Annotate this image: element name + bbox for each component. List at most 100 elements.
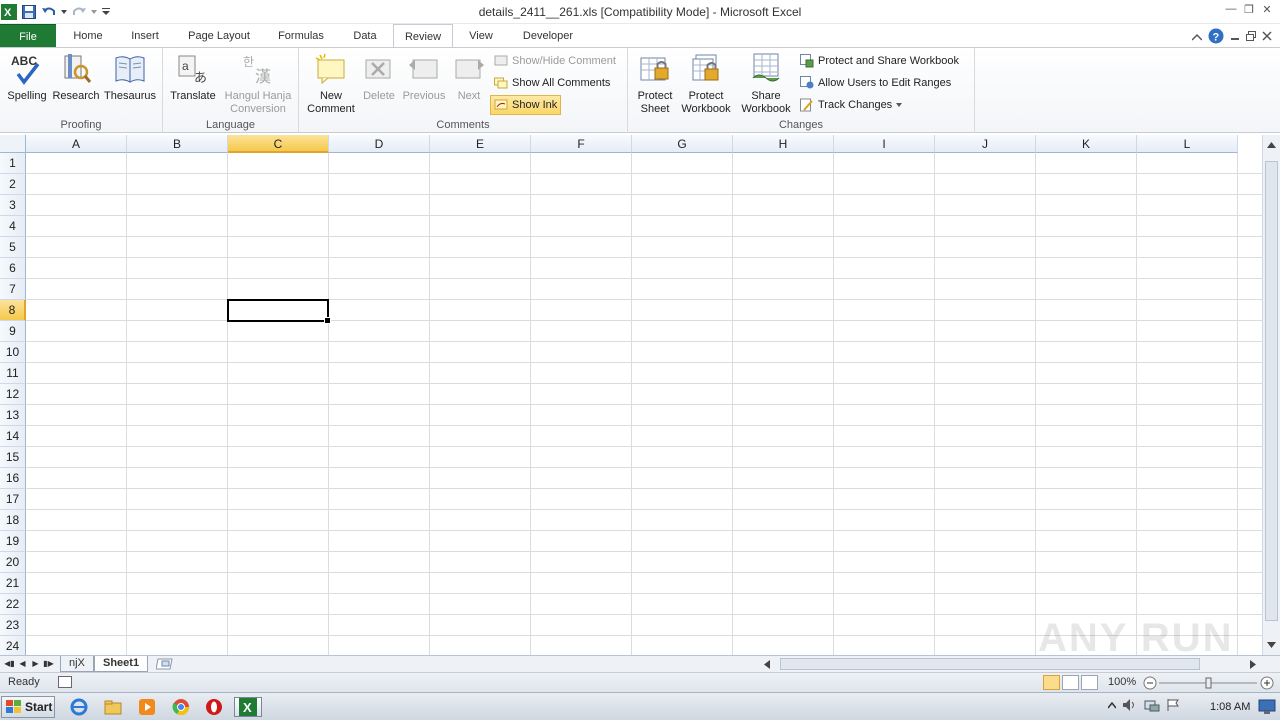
start-button[interactable]: Start [1,696,55,718]
column-header[interactable]: I [834,135,935,153]
protect-workbook-button[interactable]: Protect Workbook [677,52,735,116]
taskbar-clock[interactable]: 1:08 AM [1210,701,1250,713]
row-header[interactable]: 11 [0,363,26,384]
tab-developer[interactable]: Developer [510,24,586,48]
tab-formulas[interactable]: Formulas [266,24,336,48]
scroll-right-icon[interactable] [1250,660,1256,672]
cell-area[interactable] [26,153,1262,655]
page-break-view-icon[interactable] [1081,675,1098,690]
next-comment-button[interactable]: Next [449,52,489,103]
new-comment-button[interactable]: New Comment [303,52,359,116]
thesaurus-button[interactable]: Thesaurus [102,52,158,103]
tab-file[interactable]: File [0,24,56,48]
column-header[interactable]: H [733,135,834,153]
last-sheet-icon[interactable]: ▮▶ [42,657,55,671]
column-header-selected[interactable]: C [228,135,329,153]
row-header[interactable]: 23 [0,615,26,636]
column-header[interactable]: G [632,135,733,153]
vertical-scrollbar[interactable] [1262,135,1280,655]
next-sheet-icon[interactable]: ▶ [29,657,42,671]
row-header[interactable]: 16 [0,468,26,489]
row-header[interactable]: 15 [0,447,26,468]
scroll-down-icon[interactable] [1267,639,1276,651]
vertical-scroll-thumb[interactable] [1265,161,1278,621]
show-ink-button[interactable]: Show Ink [490,95,562,115]
spelling-button[interactable]: ABC Spelling [4,52,50,103]
column-header[interactable]: K [1036,135,1137,153]
tray-expand-icon[interactable] [1107,701,1117,713]
worksheet-grid[interactable]: A B C D E F G H I J K L 1 2 3 4 5 6 7 8 … [0,135,1262,655]
show-all-comments-button[interactable]: Show All Comments [491,73,613,93]
row-header[interactable]: 6 [0,258,26,279]
column-header[interactable]: E [430,135,531,153]
column-header[interactable]: F [531,135,632,153]
normal-view-icon[interactable] [1043,675,1060,690]
ie-icon[interactable] [68,697,90,717]
row-header[interactable]: 13 [0,405,26,426]
action-center-flag-icon[interactable] [1166,698,1180,715]
minimize-button[interactable]: — [1224,2,1238,16]
macro-recording-icon[interactable] [58,676,72,688]
row-header[interactable]: 1 [0,153,26,174]
help-icon[interactable]: ? [1208,28,1224,47]
row-header-selected[interactable]: 8 [0,300,26,321]
scroll-up-icon[interactable] [1267,139,1276,151]
row-header[interactable]: 17 [0,489,26,510]
row-header[interactable]: 2 [0,174,26,195]
row-header[interactable]: 10 [0,342,26,363]
media-player-icon[interactable] [136,697,158,717]
page-layout-view-icon[interactable] [1062,675,1079,690]
minimize-ribbon-icon[interactable] [1191,32,1203,44]
protect-sheet-button[interactable]: Protect Sheet [632,52,678,116]
chrome-icon[interactable] [170,697,192,717]
column-header[interactable]: J [935,135,1036,153]
sheet-tab-njx[interactable]: njX [60,656,94,672]
previous-comment-button[interactable]: Previous [400,52,448,103]
protect-share-workbook-button[interactable]: Protect and Share Workbook [797,51,962,71]
row-header[interactable]: 9 [0,321,26,342]
network-icon[interactable] [1144,698,1160,715]
tab-review[interactable]: Review [393,24,453,49]
row-header[interactable]: 20 [0,552,26,573]
select-all-corner[interactable] [0,135,26,153]
workbook-close-icon[interactable] [1262,31,1272,44]
workbook-restore-icon[interactable] [1246,31,1256,44]
workbook-minimize-icon[interactable] [1230,31,1240,44]
allow-users-edit-ranges-button[interactable]: Allow Users to Edit Ranges [797,73,954,93]
zoom-slider[interactable] [1143,676,1275,690]
scroll-left-icon[interactable] [764,660,770,672]
column-header[interactable]: L [1137,135,1238,153]
translate-button[interactable]: aあ Translate [167,52,219,103]
row-header[interactable]: 22 [0,594,26,615]
tab-insert[interactable]: Insert [118,24,172,48]
column-header[interactable]: A [26,135,127,153]
row-header[interactable]: 18 [0,510,26,531]
row-header[interactable]: 19 [0,531,26,552]
row-header[interactable]: 4 [0,216,26,237]
column-header[interactable]: B [127,135,228,153]
first-sheet-icon[interactable]: ◀▮ [3,657,16,671]
tab-view[interactable]: View [458,24,504,48]
hangul-hanja-button[interactable]: 한漢 Hangul Hanja Conversion [221,52,295,116]
active-cell-c8[interactable] [227,299,331,324]
track-changes-button[interactable]: Track Changes [797,95,905,115]
excel-taskbar-icon[interactable]: X [234,697,262,717]
row-header[interactable]: 12 [0,384,26,405]
row-header[interactable]: 24 [0,636,26,655]
tab-home[interactable]: Home [62,24,114,48]
show-hide-comment-button[interactable]: Show/Hide Comment [491,51,619,71]
zoom-level[interactable]: 100% [1108,676,1136,688]
row-header[interactable]: 7 [0,279,26,300]
delete-comment-button[interactable]: Delete [359,52,399,103]
tab-page-layout[interactable]: Page Layout [178,24,260,48]
tab-data[interactable]: Data [340,24,390,48]
sheet-tab-sheet1[interactable]: Sheet1 [94,656,149,672]
row-header[interactable]: 5 [0,237,26,258]
explorer-icon[interactable] [102,697,124,717]
opera-icon[interactable] [203,697,225,717]
row-header[interactable]: 14 [0,426,26,447]
close-button[interactable]: ✕ [1260,2,1274,16]
column-header[interactable]: D [329,135,430,153]
show-desktop-icon[interactable] [1258,699,1276,718]
restore-button[interactable]: ❐ [1242,2,1256,16]
